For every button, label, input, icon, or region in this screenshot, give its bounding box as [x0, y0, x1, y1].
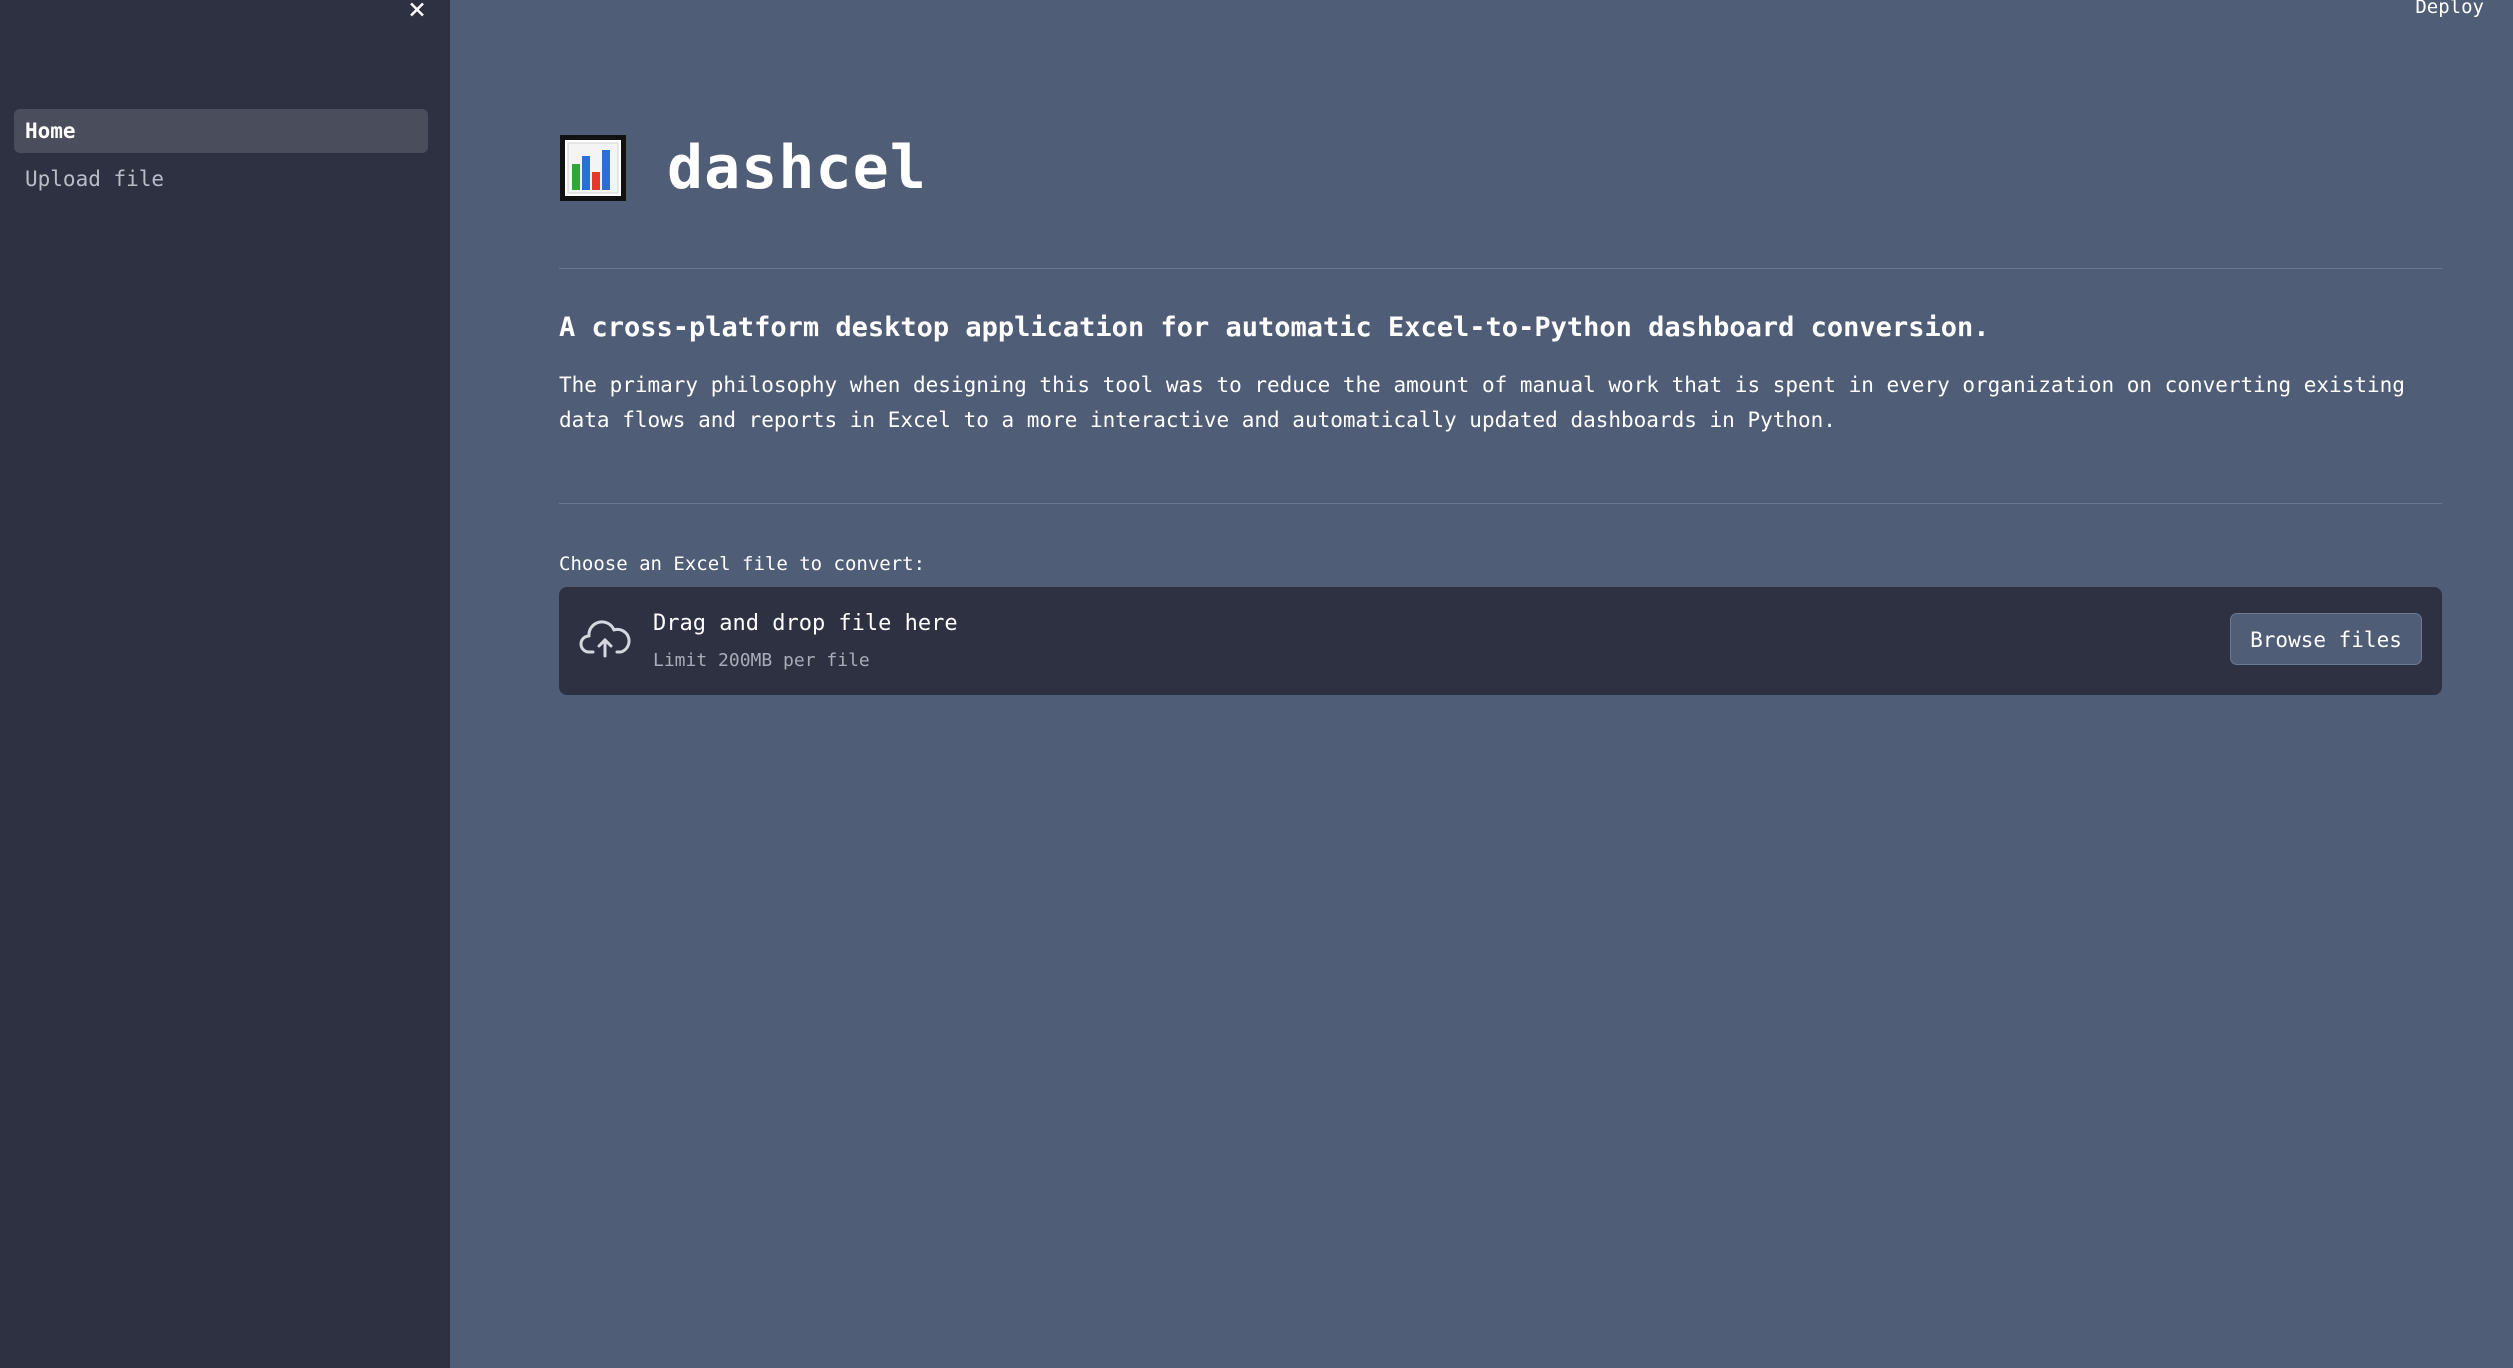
- divider: [559, 268, 2442, 269]
- deploy-button[interactable]: Deploy: [2415, 0, 2484, 18]
- sidebar-item-home[interactable]: Home: [14, 109, 428, 153]
- divider: [559, 503, 2442, 504]
- title-row: dashcel: [559, 133, 927, 203]
- file-uploader-label: Choose an Excel file to convert:: [559, 553, 926, 575]
- sidebar: × Home Upload file: [0, 0, 450, 1368]
- dropzone-title: Drag and drop file here: [653, 611, 958, 636]
- sidebar-item-label: Home: [25, 119, 76, 143]
- page-subtitle: A cross-platform desktop application for…: [559, 312, 1990, 343]
- close-icon[interactable]: ×: [403, 0, 431, 25]
- sidebar-nav: Home Upload file: [14, 109, 428, 205]
- dropzone-limit: Limit 200MB per file: [653, 650, 870, 671]
- file-dropzone[interactable]: Drag and drop file here Limit 200MB per …: [559, 587, 2442, 695]
- bar-chart-icon: [559, 134, 627, 202]
- page-title: dashcel: [667, 133, 927, 203]
- cloud-upload-icon: [579, 618, 631, 662]
- browse-files-button[interactable]: Browse files: [2230, 613, 2422, 665]
- sidebar-item-upload-file[interactable]: Upload file: [14, 157, 428, 201]
- sidebar-item-label: Upload file: [25, 167, 165, 191]
- page-description: The primary philosophy when designing th…: [559, 373, 2405, 432]
